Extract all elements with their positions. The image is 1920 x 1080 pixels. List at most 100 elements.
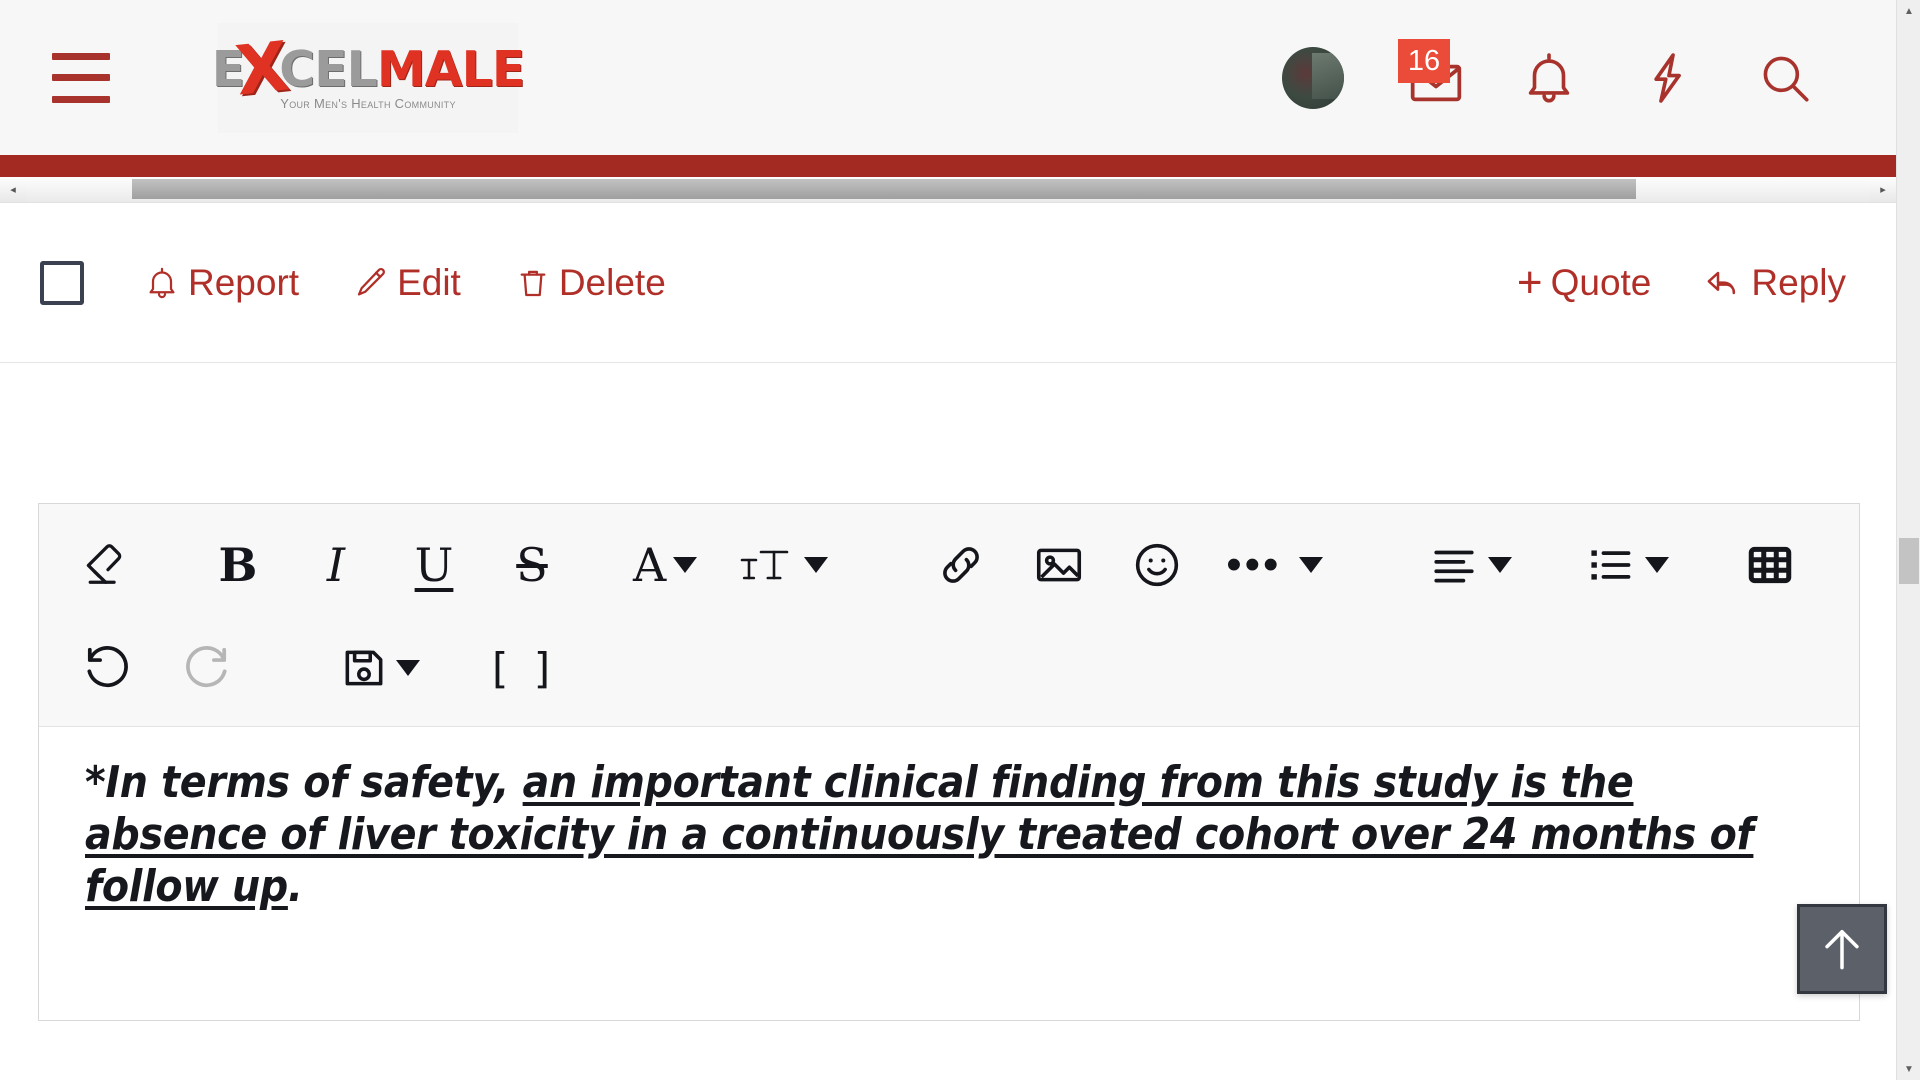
plus-icon: + bbox=[1516, 257, 1543, 307]
logo-x-mark: X bbox=[231, 27, 292, 111]
strikethrough-glyph: S bbox=[516, 538, 548, 592]
arrow-up-icon bbox=[1825, 929, 1859, 970]
smiley-icon bbox=[1136, 543, 1179, 587]
reply-button[interactable]: Reply bbox=[1703, 262, 1846, 304]
toolbar-row-2: [ ] bbox=[39, 620, 1859, 716]
header-actions: 16 bbox=[1254, 0, 1844, 155]
trash-icon bbox=[520, 270, 546, 296]
logo-tagline: Your Men's Health Community bbox=[280, 95, 456, 111]
post-editor: B I U S A ••• [] *In terms of safety, a… bbox=[38, 503, 1860, 1021]
bullet-list-icon bbox=[1591, 550, 1631, 580]
quote-label: Quote bbox=[1550, 261, 1652, 303]
bold-button[interactable]: B bbox=[209, 529, 267, 601]
hscroll-right-arrow[interactable]: ▸ bbox=[1870, 177, 1896, 202]
underline-glyph: U bbox=[414, 538, 454, 592]
scroll-to-top-button[interactable] bbox=[1797, 904, 1887, 994]
account-avatar-button[interactable] bbox=[1254, 28, 1372, 128]
post-actions-right: + Quote Reply bbox=[1516, 257, 1846, 307]
page-vertical-scrollbar[interactable]: ▲ ▼ bbox=[1896, 0, 1920, 1080]
chevron-down-icon bbox=[673, 557, 698, 573]
chevron-down-icon bbox=[1299, 557, 1324, 573]
vscroll-up-arrow[interactable]: ▲ bbox=[1897, 0, 1920, 22]
vscroll-thumb[interactable] bbox=[1899, 538, 1919, 584]
editor-toolbar: B I U S A ••• [] bbox=[39, 504, 1859, 727]
brand-accent-bar bbox=[0, 155, 1896, 177]
hamburger-bar bbox=[52, 74, 110, 81]
envelope-icon: 16 bbox=[1398, 38, 1462, 109]
bold-glyph: B bbox=[218, 538, 258, 592]
text-color-button[interactable]: A bbox=[633, 529, 698, 601]
undo-icon bbox=[87, 646, 128, 688]
ellipsis-icon: ••• bbox=[1226, 540, 1282, 590]
toolbar-row-1: B I U S A ••• bbox=[39, 510, 1859, 620]
chevron-down-icon bbox=[1488, 557, 1513, 573]
hscroll-left-arrow[interactable]: ◂ bbox=[0, 177, 26, 202]
bell-icon bbox=[1528, 52, 1570, 102]
logo-text-cel: CEL bbox=[279, 40, 378, 98]
hscroll-thumb[interactable] bbox=[132, 179, 1636, 199]
floppy-disk-icon bbox=[345, 650, 383, 686]
search-icon bbox=[1763, 56, 1809, 102]
delete-label: Delete bbox=[558, 261, 666, 303]
site-logo[interactable]: EXCELMALE X Your Men's Health Community bbox=[212, 22, 525, 133]
strikethrough-button[interactable]: S bbox=[503, 529, 561, 601]
alerts-button[interactable] bbox=[1608, 28, 1726, 128]
editor-text-area[interactable]: *In terms of safety, an important clinic… bbox=[39, 727, 1859, 987]
search-button[interactable] bbox=[1726, 28, 1844, 128]
post-body-text: *In terms of safety, an important clinic… bbox=[85, 757, 1813, 913]
hscroll-track[interactable] bbox=[26, 177, 1870, 202]
link-icon bbox=[943, 547, 980, 583]
toggle-bbcode-button[interactable]: [ ] bbox=[492, 632, 556, 704]
underline-button[interactable]: U bbox=[405, 529, 463, 601]
vscroll-down-arrow[interactable]: ▼ bbox=[1897, 1058, 1920, 1080]
quote-button[interactable]: + Quote bbox=[1516, 257, 1652, 307]
post-actions-left: Report Edit Delete bbox=[144, 262, 666, 304]
inbox-button[interactable]: 16 bbox=[1372, 28, 1490, 128]
undo-button[interactable] bbox=[79, 632, 137, 704]
redo-icon bbox=[186, 646, 227, 688]
post-action-bar: Report Edit Delete + Quote Reply bbox=[0, 203, 1896, 363]
bell-icon bbox=[149, 267, 175, 298]
table-icon bbox=[1749, 546, 1792, 584]
text-color-glyph: A bbox=[633, 538, 667, 592]
delete-button[interactable]: Delete bbox=[515, 262, 666, 304]
site-header: EXCELMALE X Your Men's Health Community … bbox=[0, 0, 1896, 155]
horizontal-scrollbar[interactable]: ◂ ▸ bbox=[0, 177, 1896, 203]
logo-wordmark: EXCELMALE X bbox=[212, 27, 526, 111]
font-size-icon bbox=[740, 550, 789, 580]
insert-emoji-button[interactable] bbox=[1128, 529, 1186, 601]
list-button[interactable] bbox=[1584, 529, 1670, 601]
align-left-icon bbox=[1434, 550, 1475, 583]
italic-glyph: I bbox=[326, 538, 346, 592]
insert-link-button[interactable] bbox=[932, 529, 990, 601]
chevron-down-icon bbox=[804, 557, 829, 573]
lightning-bolt-icon bbox=[1654, 52, 1681, 103]
image-icon bbox=[1037, 548, 1082, 582]
pencil-icon bbox=[357, 267, 386, 296]
redo-button[interactable] bbox=[177, 632, 235, 704]
hamburger-bar bbox=[52, 95, 110, 103]
insert-table-button[interactable] bbox=[1741, 529, 1799, 601]
hamburger-menu-icon[interactable] bbox=[52, 52, 110, 103]
drafts-button[interactable] bbox=[339, 632, 420, 704]
chevron-down-icon bbox=[1645, 557, 1670, 573]
text-align-button[interactable] bbox=[1427, 529, 1513, 601]
more-options-button[interactable]: ••• bbox=[1226, 529, 1324, 601]
logo-text-male: MALE bbox=[376, 40, 525, 98]
post-text-lead: *In terms of safety, bbox=[85, 757, 523, 808]
insert-image-button[interactable] bbox=[1030, 529, 1088, 601]
report-label: Report bbox=[188, 261, 300, 303]
report-button[interactable]: Report bbox=[144, 262, 299, 304]
post-select-checkbox[interactable] bbox=[40, 260, 84, 305]
brackets-icon: [ ] bbox=[492, 643, 557, 693]
italic-button[interactable]: I bbox=[307, 529, 365, 601]
reply-label: Reply bbox=[1751, 261, 1846, 303]
eraser-icon bbox=[86, 544, 122, 584]
font-size-button[interactable] bbox=[737, 529, 829, 601]
unread-badge: 16 bbox=[1398, 38, 1450, 83]
notifications-button[interactable] bbox=[1490, 28, 1608, 128]
reply-arrow-icon bbox=[1707, 271, 1736, 294]
chevron-down-icon bbox=[396, 660, 420, 676]
remove-formatting-button[interactable] bbox=[79, 529, 137, 601]
edit-button[interactable]: Edit bbox=[353, 262, 461, 304]
